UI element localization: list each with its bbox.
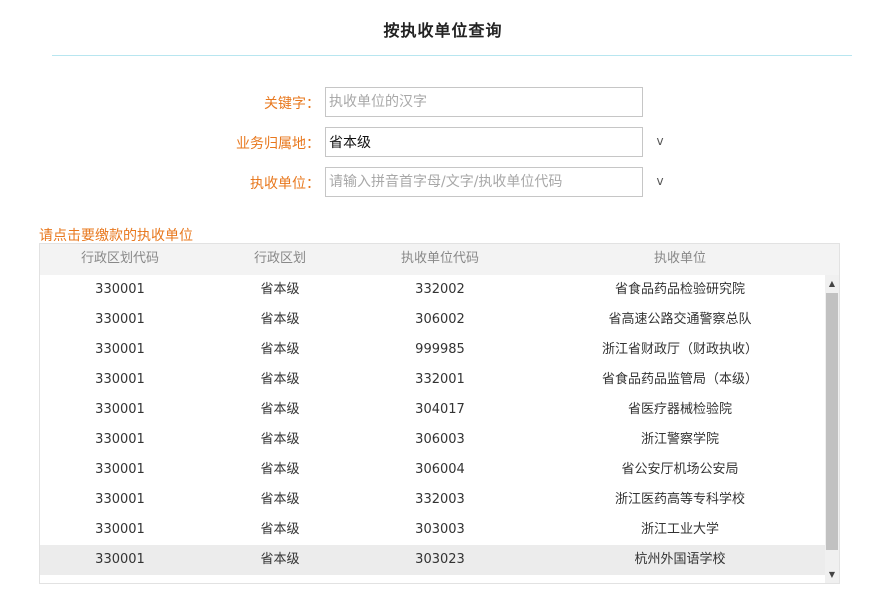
cell-unit-code: 306002 xyxy=(415,312,465,327)
cell-region-code: 330001 xyxy=(95,342,145,357)
keyword-label: 关键字： xyxy=(264,96,320,112)
table-row[interactable]: 330001 省本级 332002 省食品药品检验研究院 xyxy=(40,275,825,305)
region-row: 业务归属地： v xyxy=(0,127,886,157)
cell-unit-name: 省公安厅机场公安局 xyxy=(621,462,739,477)
scroll-up-arrow-icon[interactable]: ▲ xyxy=(825,277,839,291)
scroll-thumb[interactable] xyxy=(826,293,838,550)
cell-region: 省本级 xyxy=(260,282,300,297)
cell-unit-code: 306003 xyxy=(415,432,465,447)
cell-region-code: 330001 xyxy=(95,402,145,417)
cell-unit-name: 省食品药品监管局（本级） xyxy=(601,372,758,387)
cell-region: 省本级 xyxy=(260,402,300,417)
unit-dropdown-chevron-icon[interactable]: v xyxy=(653,173,667,189)
cell-unit-code: 332003 xyxy=(415,492,465,507)
scroll-down-arrow-icon[interactable]: ▼ xyxy=(825,568,839,582)
keyword-input[interactable] xyxy=(325,87,643,117)
unit-label: 执收单位： xyxy=(250,176,320,192)
cell-region-code: 330001 xyxy=(95,462,145,477)
table-row[interactable]: 330001 省本级 306003 浙江警察学院 xyxy=(40,425,825,455)
table-row[interactable]: 330001 省本级 303003 浙江工业大学 xyxy=(40,515,825,545)
header-region-code: 行政区划代码 xyxy=(80,251,159,266)
cell-unit-code: 304017 xyxy=(415,402,465,417)
unit-input[interactable] xyxy=(325,167,643,197)
cell-region-code: 330001 xyxy=(95,432,145,447)
cell-unit-code: 999985 xyxy=(415,342,465,357)
table-scrollbar[interactable]: ▲ ▼ xyxy=(825,275,839,583)
cell-unit-name: 浙江省财政厅（财政执收） xyxy=(601,342,758,357)
table-row[interactable]: 330001 省本级 304017 省医疗器械检验院 xyxy=(40,395,825,425)
cell-region: 省本级 xyxy=(260,552,300,567)
cell-region: 省本级 xyxy=(260,522,300,537)
cell-unit-name: 省食品药品检验研究院 xyxy=(614,282,745,297)
cell-region: 省本级 xyxy=(260,372,300,387)
cell-unit-code: 306004 xyxy=(415,462,465,477)
cell-region-code: 330001 xyxy=(95,312,145,327)
header-unit-code: 执收单位代码 xyxy=(400,251,479,266)
page-title: 按执收单位查询 xyxy=(383,21,503,40)
cell-region-code: 330001 xyxy=(95,282,145,297)
header-region: 行政区划 xyxy=(253,251,306,266)
region-dropdown-chevron-icon[interactable]: v xyxy=(653,133,667,149)
table-header: 行政区划代码 行政区划 执收单位代码 执收单位 xyxy=(40,244,839,275)
cell-region-code: 330001 xyxy=(95,552,145,567)
cell-unit-name: 浙江工业大学 xyxy=(640,522,719,537)
title-divider xyxy=(52,55,852,56)
table-row[interactable]: 330001 省本级 306002 省高速公路交通警察总队 xyxy=(40,305,825,335)
cell-region-code: 330001 xyxy=(95,372,145,387)
table-row-selected[interactable]: 330001 省本级 303023 杭州外国语学校 xyxy=(40,545,825,575)
cell-region-code: 330001 xyxy=(95,492,145,507)
unit-row: 执收单位： v xyxy=(0,167,886,197)
cell-region: 省本级 xyxy=(260,462,300,477)
region-select[interactable] xyxy=(325,127,643,157)
table-row[interactable]: 330001 省本级 332001 省食品药品监管局（本级） xyxy=(40,365,825,395)
unit-table: 行政区划代码 行政区划 执收单位代码 执收单位 330001 省本级 33200… xyxy=(39,243,840,584)
cell-unit-code: 303003 xyxy=(415,522,465,537)
cell-unit-name: 浙江警察学院 xyxy=(640,432,719,447)
cell-region: 省本级 xyxy=(260,342,300,357)
cell-unit-code: 303023 xyxy=(415,552,465,567)
cell-unit-name: 杭州外国语学校 xyxy=(634,552,726,567)
table-body: 330001 省本级 332002 省食品药品检验研究院 330001 省本级 … xyxy=(40,275,825,583)
cell-unit-name: 浙江医药高等专科学校 xyxy=(614,492,745,507)
cell-region-code: 330001 xyxy=(95,522,145,537)
keyword-row: 关键字： xyxy=(0,87,886,117)
table-row[interactable]: 330001 省本级 306004 省公安厅机场公安局 xyxy=(40,455,825,485)
cell-unit-code: 332001 xyxy=(415,372,465,387)
cell-unit-code: 332002 xyxy=(415,282,465,297)
table-row[interactable]: 330001 省本级 332003 浙江医药高等专科学校 xyxy=(40,485,825,515)
cell-unit-name: 省高速公路交通警察总队 xyxy=(608,312,752,327)
cell-unit-name: 省医疗器械检验院 xyxy=(627,402,732,417)
cell-region: 省本级 xyxy=(260,432,300,447)
region-label: 业务归属地： xyxy=(236,136,320,152)
cell-region: 省本级 xyxy=(260,492,300,507)
table-hint: 请点击要缴款的执收单位 xyxy=(39,228,193,244)
cell-region: 省本级 xyxy=(260,312,300,327)
header-unit-name: 执收单位 xyxy=(653,251,706,266)
table-row[interactable]: 330001 省本级 999985 浙江省财政厅（财政执收） xyxy=(40,335,825,365)
